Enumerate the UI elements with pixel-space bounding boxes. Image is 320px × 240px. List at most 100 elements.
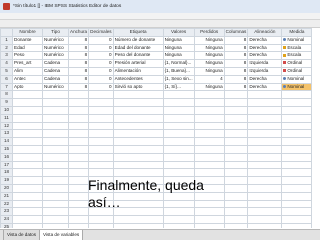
cell-nombre[interactable]: Alim xyxy=(12,66,43,76)
empty-cell[interactable] xyxy=(193,144,225,154)
empty-cell[interactable] xyxy=(247,105,283,115)
empty-cell[interactable] xyxy=(247,176,283,185)
empty-cell[interactable] xyxy=(112,121,164,131)
empty-cell[interactable] xyxy=(88,98,114,107)
empty-cell[interactable] xyxy=(42,105,69,115)
cell-tipo[interactable]: Cadena xyxy=(42,59,69,68)
row-number[interactable]: 9 xyxy=(0,98,13,107)
empty-cell[interactable] xyxy=(42,222,69,228)
cell-decimales[interactable]: 0 xyxy=(88,66,114,76)
cell-nombre[interactable]: Apto xyxy=(12,82,43,92)
row-number[interactable]: 22 xyxy=(0,199,13,209)
empty-cell[interactable] xyxy=(223,137,249,146)
empty-cell[interactable] xyxy=(223,152,249,162)
empty-cell[interactable] xyxy=(42,176,69,185)
empty-cell[interactable] xyxy=(281,183,313,193)
empty-cell[interactable] xyxy=(67,129,90,139)
empty-cell[interactable] xyxy=(42,152,69,162)
empty-cell[interactable] xyxy=(67,144,90,154)
cell-perdidos[interactable]: Ninguna xyxy=(193,66,225,76)
tab-variable-view[interactable]: Vista de variables xyxy=(39,230,84,240)
row-number[interactable]: 18 xyxy=(0,168,13,178)
cell-anchura[interactable]: 8 xyxy=(67,43,90,53)
empty-cell[interactable] xyxy=(42,207,69,217)
empty-cell[interactable] xyxy=(193,215,225,224)
empty-cell[interactable] xyxy=(162,168,195,178)
empty-cell[interactable] xyxy=(162,129,195,139)
row-number[interactable]: 17 xyxy=(0,160,13,170)
empty-cell[interactable] xyxy=(12,152,43,162)
empty-cell[interactable] xyxy=(88,105,114,115)
cell-medida[interactable]: Ordinal xyxy=(281,66,313,76)
empty-cell[interactable] xyxy=(281,105,313,115)
empty-cell[interactable] xyxy=(42,129,69,139)
empty-cell[interactable] xyxy=(223,176,249,185)
empty-cell[interactable] xyxy=(67,121,90,131)
row-number[interactable]: 16 xyxy=(0,152,13,162)
cell-columnas[interactable]: 8 xyxy=(223,82,249,92)
empty-row[interactable]: 12 xyxy=(0,121,313,131)
cell-anchura[interactable]: 8 xyxy=(67,59,90,68)
cell-alineacion[interactable]: Derecha xyxy=(247,74,283,84)
cell-medida[interactable]: Escala xyxy=(281,51,313,61)
empty-cell[interactable] xyxy=(247,215,283,224)
empty-cell[interactable] xyxy=(223,98,249,107)
empty-cell[interactable] xyxy=(162,90,195,100)
cell-etiqueta[interactable]: Antecedentes xyxy=(112,74,164,84)
empty-cell[interactable] xyxy=(112,98,164,107)
empty-cell[interactable] xyxy=(12,105,43,115)
cell-etiqueta[interactable]: Edad del donante xyxy=(112,43,164,53)
cell-columnas[interactable]: 8 xyxy=(223,35,249,45)
empty-cell[interactable] xyxy=(12,90,43,100)
empty-cell[interactable] xyxy=(247,207,283,217)
empty-cell[interactable] xyxy=(88,168,114,178)
empty-cell[interactable] xyxy=(162,152,195,162)
cell-medida[interactable]: Nominal xyxy=(281,35,313,45)
empty-row[interactable]: 14 xyxy=(0,137,313,146)
empty-row[interactable]: 24 xyxy=(0,215,313,224)
empty-cell[interactable] xyxy=(12,215,43,224)
cell-alineacion[interactable]: Derecha xyxy=(247,51,283,61)
cell-valores[interactable]: Ninguna xyxy=(162,35,195,45)
empty-cell[interactable] xyxy=(247,183,283,193)
row-number[interactable]: 15 xyxy=(0,144,13,154)
empty-cell[interactable] xyxy=(12,160,43,170)
variable-row[interactable]: 7 Apto Numérico 8 0 Sirvió so apto {1, Sí}... N… xyxy=(0,82,313,92)
empty-cell[interactable] xyxy=(12,207,43,217)
cell-etiqueta[interactable]: Peso del donante xyxy=(112,51,164,61)
row-number[interactable]: 3 xyxy=(0,51,13,61)
empty-row[interactable]: 15 xyxy=(0,144,313,154)
row-number[interactable]: 13 xyxy=(0,129,13,139)
tab-data-view[interactable]: Vista de datos xyxy=(3,230,41,240)
cell-valores[interactable]: Ninguna xyxy=(162,51,195,61)
empty-cell[interactable] xyxy=(281,176,313,185)
empty-cell[interactable] xyxy=(247,113,283,123)
empty-cell[interactable] xyxy=(12,137,43,146)
empty-row[interactable]: 9 xyxy=(0,98,313,107)
empty-cell[interactable] xyxy=(42,137,69,146)
column-header[interactable]: Tipo xyxy=(42,28,69,37)
empty-cell[interactable] xyxy=(67,207,90,217)
row-number[interactable]: 20 xyxy=(0,183,13,193)
row-number[interactable]: 2 xyxy=(0,43,13,53)
empty-cell[interactable] xyxy=(162,215,195,224)
empty-cell[interactable] xyxy=(112,90,164,100)
row-number[interactable]: 19 xyxy=(0,176,13,185)
cell-etiqueta[interactable]: Número de donante xyxy=(112,35,164,45)
empty-cell[interactable] xyxy=(88,215,114,224)
row-number[interactable]: 6 xyxy=(0,74,13,84)
empty-cell[interactable] xyxy=(12,144,43,154)
empty-cell[interactable] xyxy=(12,199,43,209)
cell-tipo[interactable]: Numérico xyxy=(42,82,69,92)
column-header[interactable]: Medida xyxy=(281,28,313,37)
cell-medida[interactable]: Escala xyxy=(281,43,313,53)
empty-cell[interactable] xyxy=(12,176,43,185)
empty-cell[interactable] xyxy=(42,113,69,123)
empty-cell[interactable] xyxy=(281,144,313,154)
empty-cell[interactable] xyxy=(247,98,283,107)
empty-row[interactable]: 25 xyxy=(0,222,313,228)
empty-cell[interactable] xyxy=(67,183,90,193)
empty-cell[interactable] xyxy=(281,90,313,100)
cell-alineacion[interactable]: Izquierda xyxy=(247,66,283,76)
column-header[interactable]: Etiqueta xyxy=(112,28,164,37)
